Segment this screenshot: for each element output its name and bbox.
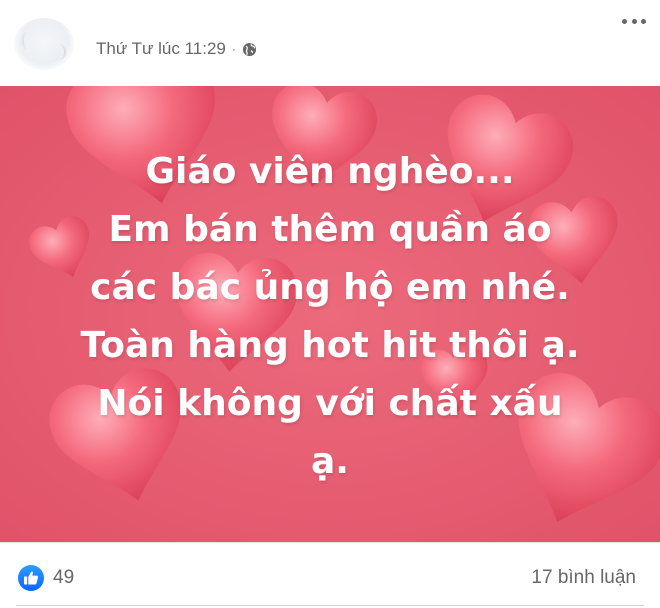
comments-count[interactable]: 17 bình luận — [531, 567, 636, 589]
post-text-line: Em bán thêm quần áo — [108, 209, 552, 250]
meta-separator: · — [231, 42, 236, 56]
more-horizontal-icon[interactable] — [622, 16, 646, 26]
post-text-line: ạ. — [311, 441, 349, 482]
post-header: Thứ Tư lúc 11:29 · — [0, 0, 660, 86]
post-image[interactable]: Giáo viên nghèo... Em bán thêm quần áo c… — [0, 86, 660, 542]
like-icon — [18, 565, 44, 591]
post-text-line: Giáo viên nghèo... — [145, 151, 515, 192]
post-text-line: các bác ủng hộ em nhé. — [90, 267, 570, 308]
divider — [16, 605, 644, 606]
like-count: 49 — [53, 567, 75, 588]
post-meta: Thứ Tư lúc 11:29 · — [96, 38, 257, 60]
post-footer: 49 17 bình luận — [0, 542, 660, 608]
post-timestamp[interactable]: Thứ Tư lúc 11:29 — [96, 39, 226, 59]
post-text: Giáo viên nghèo... Em bán thêm quần áo c… — [0, 143, 660, 491]
post-text-line: Toàn hàng hot hit thôi ạ. — [80, 325, 580, 366]
avatar[interactable] — [14, 18, 74, 70]
reactions-summary[interactable]: 49 — [18, 565, 74, 591]
globe-icon[interactable] — [242, 42, 257, 57]
post-text-line: Nói không với chất xấu — [97, 383, 563, 424]
